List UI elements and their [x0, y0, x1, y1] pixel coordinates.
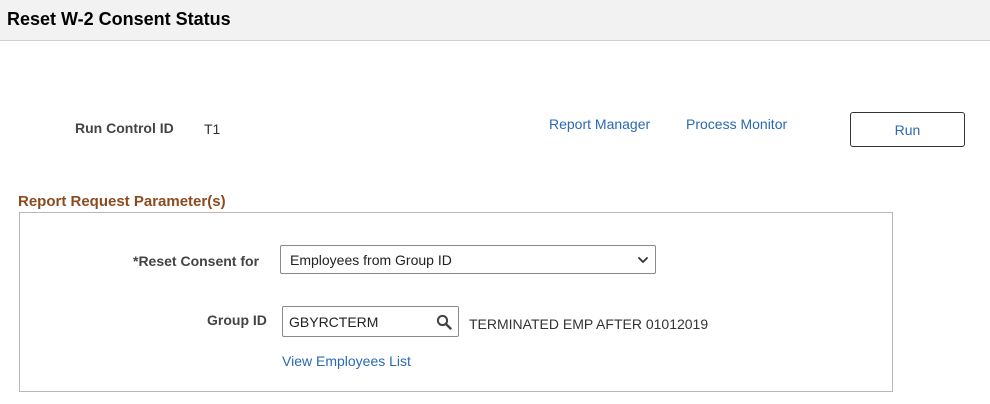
reset-consent-for-selected-value: Employees from Group ID [290, 252, 452, 268]
section-title-report-request-parameters: Report Request Parameter(s) [18, 193, 226, 210]
chevron-down-icon [638, 257, 648, 263]
run-button[interactable]: Run [850, 112, 965, 147]
page-title: Reset W-2 Consent Status [7, 9, 231, 29]
view-employees-list-link[interactable]: View Employees List [282, 353, 411, 369]
reset-consent-for-label: *Reset Consent for [133, 253, 260, 269]
report-request-parameters-group [19, 212, 893, 392]
process-monitor-link[interactable]: Process Monitor [686, 116, 787, 132]
group-id-description: TERMINATED EMP AFTER 01012019 [469, 316, 709, 332]
group-id-field-wrapper [282, 306, 459, 337]
page-header: Reset W-2 Consent Status [0, 0, 990, 41]
report-manager-link[interactable]: Report Manager [549, 116, 650, 132]
run-control-id-value: T1 [204, 121, 221, 137]
group-id-input[interactable] [284, 308, 424, 335]
run-control-id-label: Run Control ID [75, 120, 174, 136]
search-icon[interactable] [436, 314, 452, 330]
reset-consent-for-select[interactable]: Employees from Group ID [280, 245, 656, 274]
group-id-label: Group ID [207, 312, 267, 328]
